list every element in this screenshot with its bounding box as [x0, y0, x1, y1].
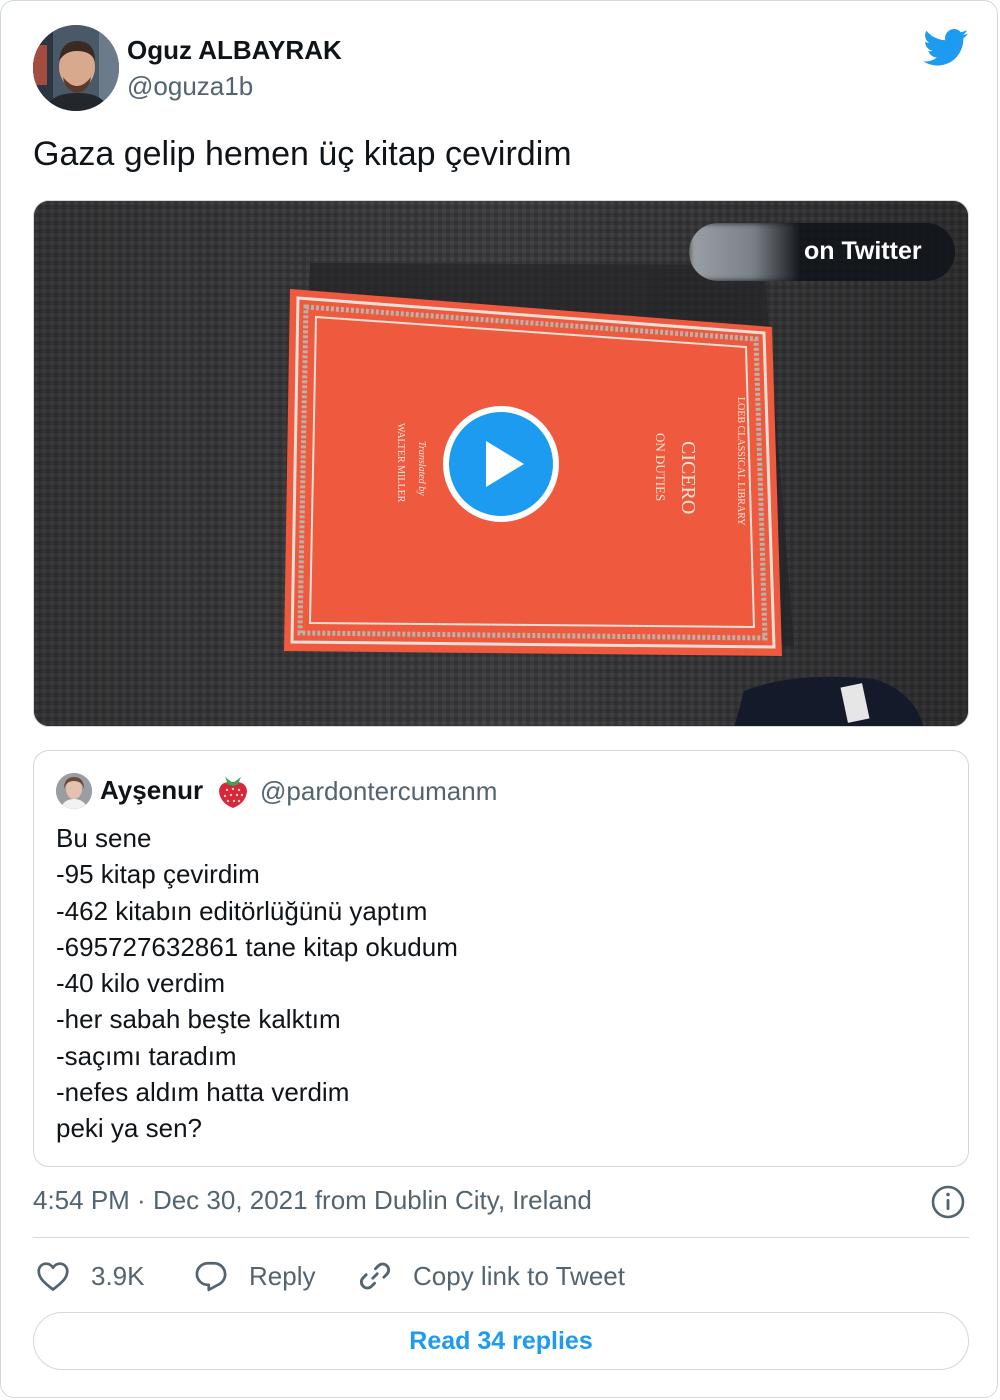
- quoted-line: -40 kilo verdim: [56, 968, 226, 999]
- info-icon[interactable]: [930, 1184, 966, 1220]
- quoted-line: -her sabah beşte kalktım: [56, 1004, 341, 1035]
- quoted-line: Bu sene: [56, 823, 152, 853]
- like-button[interactable]: 3.9K: [35, 1256, 145, 1296]
- book-translator: WALTER MILLER: [395, 423, 406, 503]
- watch-label: on Twitter: [804, 237, 922, 265]
- book-subtitle: ON DUTIES: [653, 433, 668, 501]
- meta-separator: ·: [129, 1185, 153, 1215]
- reply-button[interactable]: Reply: [193, 1256, 315, 1296]
- reply-label: Reply: [249, 1260, 316, 1291]
- tweet-time[interactable]: 4:54 PM: [33, 1185, 130, 1215]
- heart-icon: [37, 1262, 69, 1291]
- author-avatar[interactable]: [33, 25, 119, 111]
- tweet-video[interactable]: CICERO ON DUTIES LOEB CLASSICAL LIBRARY …: [33, 200, 969, 727]
- book-title: CICERO: [677, 441, 699, 514]
- quoted-line: peki ya sen?: [56, 1113, 202, 1144]
- author-handle[interactable]: @oguza1b: [127, 71, 253, 102]
- reply-icon: [195, 1261, 227, 1292]
- quoted-tweet[interactable]: Ayşenur @pardontercumanm Bu sene -95 kit…: [33, 750, 969, 1167]
- avatar-photo: [33, 25, 119, 111]
- tweet-timestamp[interactable]: 4:54 PM · Dec 30, 2021 from Dublin City,…: [33, 1185, 592, 1216]
- link-icon: [359, 1262, 391, 1290]
- book-translator-intro: Translated by: [416, 441, 427, 496]
- like-count: 3.9K: [91, 1260, 145, 1291]
- quoted-tweet-text: Bu sene -95 kitap çevirdim -462 kitabın …: [56, 820, 458, 1147]
- quoted-author-handle: @pardontercumanm: [260, 776, 498, 806]
- quoted-line: -462 kitabın editörlüğünü yaptım: [56, 895, 428, 926]
- copy-link-button[interactable]: Copy link to Tweet: [357, 1256, 625, 1296]
- copy-link-label: Copy link to Tweet: [413, 1260, 625, 1291]
- tweet-embed-card: Oguz ALBAYRAK @oguza1b Gaza gelip hemen …: [0, 0, 998, 1398]
- quoted-line: -nefes aldım hatta verdim: [56, 1077, 350, 1108]
- read-replies-button[interactable]: Read 34 replies: [33, 1312, 969, 1370]
- quoted-line: -saçımı taradım: [56, 1040, 237, 1071]
- quoted-author-avatar: [56, 773, 92, 809]
- strawberry-icon: [216, 773, 250, 809]
- quoted-line: -695727632861 tane kitap okudum: [56, 931, 458, 962]
- tweet-text: Gaza gelip hemen üç kitap çevirdim: [33, 135, 572, 173]
- divider: [33, 1237, 969, 1238]
- tweet-location: from Dublin City, Ireland: [307, 1185, 592, 1215]
- quoted-line: -95 kitap çevirdim: [56, 859, 260, 890]
- tweet-date[interactable]: Dec 30, 2021: [153, 1185, 308, 1215]
- book-series: LOEB CLASSICAL LIBRARY: [735, 397, 746, 526]
- play-icon[interactable]: [440, 403, 562, 525]
- watch-on-twitter-badge[interactable]: on Twitter: [689, 223, 955, 281]
- author-name[interactable]: Oguz ALBAYRAK: [127, 35, 342, 66]
- twitter-bird-icon[interactable]: [923, 29, 969, 67]
- quoted-author-name: Ayşenur: [100, 775, 204, 805]
